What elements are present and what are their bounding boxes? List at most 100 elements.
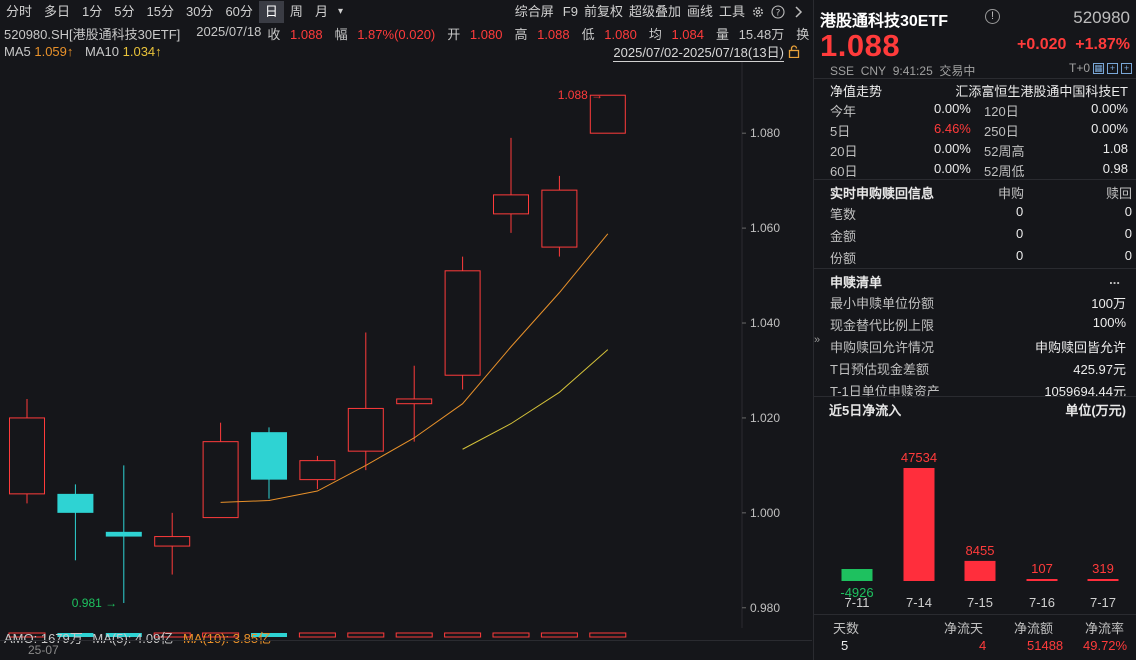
nav-period-label: 20日	[830, 141, 857, 160]
period-tab[interactable]: 30分	[180, 1, 219, 23]
realtime-row: 份额00	[814, 246, 1136, 268]
add-icon[interactable]: +	[1121, 63, 1132, 74]
svg-text:?: ?	[776, 9, 781, 19]
realtime-row-label: 笔数	[830, 204, 856, 223]
volume-bar	[348, 633, 384, 637]
inflow-bar	[842, 569, 873, 581]
realtime-row: 金额00	[814, 224, 1136, 246]
inflow-value-label: 107	[1031, 561, 1053, 576]
volume-bar	[493, 633, 529, 637]
period-tab[interactable]: 1分	[76, 1, 108, 23]
nav-period-value: 0.00%	[1091, 101, 1128, 116]
flows-table-row: 5 4 51488 49.72%	[813, 636, 1136, 658]
toolbar-action[interactable]: 超级叠加	[626, 1, 684, 23]
inflow-date-label: 7-14	[906, 595, 932, 610]
period-tab[interactable]: 15分	[141, 1, 180, 23]
period-tab[interactable]: 周	[284, 1, 309, 23]
period-tab[interactable]: 5分	[108, 1, 140, 23]
toolbar-action[interactable]: 综合屏	[509, 1, 560, 23]
realtime-row: 笔数00	[814, 202, 1136, 224]
inflow-value-label: 47534	[901, 450, 937, 465]
realtime-title: 实时申购赎回信息	[830, 183, 934, 202]
realtime-redeem-value: 0	[1125, 248, 1132, 263]
t0-badge: T+0	[1069, 61, 1090, 75]
period-tab[interactable]: 60分	[219, 1, 258, 23]
plus-icon[interactable]: +	[1107, 63, 1118, 74]
ma10-label: MA10	[85, 44, 119, 59]
price-row: 1.088 +0.020 +1.87%	[814, 34, 1136, 62]
redeem-row-value: 100%	[1093, 315, 1126, 330]
inflow-bar	[965, 561, 996, 581]
candle-body	[57, 494, 93, 513]
redeem-more-button[interactable]: ...	[1109, 272, 1120, 287]
redeem-list-section: 申赎清单 ... 最小申赎单位份额100万现金替代比例上限100%申购赎回允许情…	[814, 268, 1136, 401]
market-meta: SSE CNY 9:41:25 交易中	[830, 62, 975, 79]
nav-period-value: 0.00%	[934, 101, 971, 116]
inflow-value-label: 8455	[966, 543, 995, 558]
toolbar-action[interactable]: 画线	[684, 1, 716, 23]
flows-table-header: 天数 净流天 净流额 净流率	[813, 614, 1136, 636]
ma5-value: 1.059↑	[34, 44, 73, 59]
meta-icons: T+0 ▦ + +	[1069, 61, 1132, 75]
ma-legend: MA5 1.059↑ MA10 1.034↑	[4, 44, 162, 62]
nav-period-value: 1.08	[1103, 141, 1128, 156]
toolbar-action[interactable]: 前复权	[581, 1, 626, 23]
nav-period-value: 6.46%	[934, 121, 971, 136]
volume-bar	[299, 633, 335, 637]
meta-row: SSE CNY 9:41:25 交易中 T+0 ▦ + +	[814, 62, 1136, 78]
realtime-redeem-value: 0	[1125, 226, 1132, 241]
toolbar-action[interactable]: F9	[560, 1, 581, 23]
candle-body	[397, 399, 432, 404]
gear-icon[interactable]	[748, 2, 768, 22]
candle-body	[10, 418, 45, 494]
period-tab[interactable]: 分时	[0, 1, 38, 23]
flows-cell-days: 5	[841, 638, 848, 653]
date-label: 2025/07/18	[196, 24, 261, 42]
redeem-row-label: 申购赎回允许情况	[830, 337, 934, 356]
inflow-date-label: 7-16	[1029, 595, 1055, 610]
nav-title-row: 净值走势 汇添富恒生港股通中国科技ET	[814, 79, 1136, 99]
nav-period-value: 0.00%	[1091, 121, 1128, 136]
redeem-row-value: 100万	[1091, 293, 1126, 312]
grid-icon[interactable]: ▦	[1093, 63, 1104, 74]
nav-period-label: 60日	[830, 161, 857, 180]
y-tick-label: 1.080	[750, 126, 780, 140]
volume-bar	[590, 633, 626, 637]
collapse-handle[interactable]: »	[814, 334, 820, 346]
inflow-bar	[1027, 579, 1058, 581]
candle-body	[203, 442, 238, 518]
flows-cell-inflow-days: 4	[979, 638, 986, 653]
turnover-field: 换	[796, 24, 809, 42]
period-dropdown-icon[interactable]: ▾	[334, 1, 347, 23]
chevron-right-icon[interactable]	[788, 2, 808, 22]
nav-row: 今年0.00%120日0.00%	[814, 99, 1136, 119]
period-tab-day[interactable]: 日	[259, 1, 284, 23]
lock-icon[interactable]	[788, 45, 802, 59]
candle-body	[445, 271, 480, 375]
flows-header-net-amount: 净流额	[1014, 618, 1053, 637]
period-tab[interactable]: 多日	[38, 1, 76, 23]
net-inflow-section: 近5日净流入 单位(万元) -49267-11475347-1484557-15…	[813, 396, 1136, 658]
high-field: 高 1.088	[514, 24, 575, 42]
realtime-title-row: 实时申购赎回信息 申购 赎回	[814, 180, 1136, 202]
last-price: 1.088	[820, 28, 900, 64]
nav-period-value: 0.00%	[934, 141, 971, 156]
realtime-row-label: 金额	[830, 226, 856, 245]
nav-period-label: 120日	[984, 101, 1019, 120]
redeem-row: 最小申赎单位份额100万	[814, 291, 1136, 313]
inflow-bar	[904, 468, 935, 581]
kline-panel: 分时 多日 1分 5分 15分 30分 60分 日 周 月 ▾ 综合屏 F9 前…	[0, 0, 812, 660]
max-price-label: 1.088 →	[558, 88, 603, 102]
nav-row: 60日0.00%52周低0.98	[814, 159, 1136, 179]
candle-body	[300, 461, 335, 480]
ma5-label: MA5	[4, 44, 31, 59]
candle-body	[251, 432, 287, 479]
toolbar-action[interactable]: 工具	[716, 1, 748, 23]
help-icon[interactable]: ?	[768, 2, 788, 22]
flows-unit: 单位(万元)	[1065, 400, 1126, 419]
info-icon[interactable]: !	[985, 9, 1000, 24]
period-tab[interactable]: 月	[309, 1, 334, 23]
amp-field: 幅 1.87%(0.020)	[335, 24, 442, 42]
date-range-selector[interactable]: 2025/07/02-2025/07/18(13日)	[613, 44, 784, 62]
volume-bar	[445, 633, 481, 637]
